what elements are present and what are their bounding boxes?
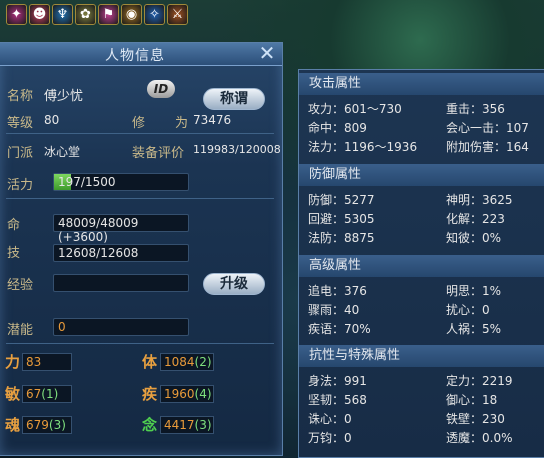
special-stat: 透魔：0.0% <box>446 431 513 445</box>
divider <box>6 133 274 134</box>
special-stat: 定力：2219 <box>446 374 513 388</box>
buff-icon-7[interactable]: ✧ <box>144 4 165 25</box>
defense-stat: 知彼：0% <box>446 231 502 245</box>
equip-score-value: 119983/120008 <box>193 143 281 156</box>
divider <box>6 198 274 199</box>
exp-label: 经验 <box>7 278 34 293</box>
buff-icon-8[interactable]: ⚔ <box>167 4 188 25</box>
advanced-stat: 扰心：0 <box>446 303 490 317</box>
skill-value: 12608/12608 <box>58 246 139 260</box>
defense-stat: 回避：5305 <box>308 212 375 226</box>
agility-label: 敏 <box>5 385 21 403</box>
mind-label: 念 <box>142 416 158 434</box>
potential-value: 0 <box>58 320 66 334</box>
hp-field: 48009/48009 (+3600) <box>53 214 189 244</box>
hp-value: 48009/48009 (+3600) <box>58 216 139 244</box>
potential-label: 潜能 <box>7 323 34 338</box>
buff-bar: ✦ ☻ ♆ ✿ ⚑ ◉ ✧ ⚔ <box>6 2 188 30</box>
cultivation-label-1: 修 <box>132 116 146 131</box>
exp-bar <box>53 274 189 292</box>
advanced-section-title: 高级属性 <box>299 255 544 277</box>
level-label: 等级 <box>7 116 34 131</box>
buff-icon-1[interactable]: ✦ <box>6 4 27 25</box>
defense-stat: 神明：3625 <box>446 193 513 207</box>
cultivation-label-2: 为 <box>175 116 189 131</box>
panel-title: 人物信息 <box>105 48 165 64</box>
name-label: 名称 <box>7 89 34 104</box>
sect-label: 门派 <box>7 146 34 161</box>
vitality-bar: 197/1500 <box>53 173 189 191</box>
strength-value: 83 <box>22 353 72 371</box>
defense-section-title: 防御属性 <box>299 164 544 186</box>
buff-icon-4[interactable]: ✿ <box>75 4 96 25</box>
defense-stat: 法防：8875 <box>308 231 375 245</box>
special-stat: 万钧：0 <box>308 431 352 445</box>
advanced-stat: 疾语：70% <box>308 322 371 336</box>
buff-icon-5[interactable]: ⚑ <box>98 4 119 25</box>
levelup-button[interactable]: 升级 <box>203 273 265 295</box>
panel-titlebar[interactable]: 人物信息 ✕ <box>0 43 282 66</box>
speed-value: 1960(4) <box>160 385 214 403</box>
attack-section-title: 攻击属性 <box>299 73 544 95</box>
special-stat: 御心：18 <box>446 393 498 407</box>
attack-stat: 会心一击：107 <box>446 121 529 135</box>
attributes-panel: 攻击属性 攻力：601～730 重击：356 命中：809 会心一击：107 法力：11… <box>298 69 544 458</box>
hp-label: 命 <box>7 218 21 233</box>
character-name: 傅少忧 <box>44 89 84 104</box>
buff-icon-6[interactable]: ◉ <box>121 4 142 25</box>
constitution-value: 1084(2) <box>160 353 214 371</box>
soul-label: 魂 <box>5 416 21 434</box>
attack-stat: 重击：356 <box>446 102 505 116</box>
advanced-stat: 明思：1% <box>446 284 502 298</box>
title-button[interactable]: 称谓 <box>203 88 265 110</box>
soul-value: 679(3) <box>22 416 72 434</box>
agility-value: 67(1) <box>22 385 72 403</box>
defense-stat: 防御：5277 <box>308 193 375 207</box>
equip-score-label: 装备评价 <box>132 146 185 161</box>
special-stat: 坚韧：568 <box>308 393 367 407</box>
id-button[interactable]: ID <box>147 80 175 98</box>
character-info-panel: 人物信息 ✕ 名称 傅少忧 ID 称谓 等级 80 修 为 73476 门派 冰… <box>0 42 283 456</box>
attack-stat: 法力：1196～1936 <box>308 140 418 154</box>
vitality-value: 197/1500 <box>58 175 116 189</box>
defense-stat: 化解：223 <box>446 212 505 226</box>
attack-stat: 附加伤害：164 <box>446 140 529 154</box>
cultivation-value: 73476 <box>193 113 232 127</box>
special-stat: 诛心：0 <box>308 412 352 426</box>
level-value: 80 <box>44 113 60 127</box>
speed-label: 疾 <box>142 385 158 403</box>
buff-icon-2[interactable]: ☻ <box>29 4 50 25</box>
divider <box>6 343 274 344</box>
attack-stat: 攻力：601～730 <box>308 102 402 116</box>
special-stat: 铁壁：230 <box>446 412 505 426</box>
skill-field: 12608/12608 <box>53 244 189 262</box>
close-icon[interactable]: ✕ <box>258 43 276 63</box>
potential-field: 0 <box>53 318 189 336</box>
attack-stat: 命中：809 <box>308 121 367 135</box>
sect-value: 冰心堂 <box>44 145 81 159</box>
buff-icon-3[interactable]: ♆ <box>52 4 73 25</box>
special-stat: 身法：991 <box>308 374 367 388</box>
mind-value: 4417(3) <box>160 416 214 434</box>
skill-label: 技 <box>7 246 21 261</box>
special-section-title: 抗性与特殊属性 <box>299 345 544 367</box>
advanced-stat: 追电：376 <box>308 284 367 298</box>
vitality-label: 活力 <box>7 178 34 193</box>
strength-label: 力 <box>5 353 21 371</box>
advanced-stat: 骤雨：40 <box>308 303 360 317</box>
advanced-stat: 人祸：5% <box>446 322 502 336</box>
constitution-label: 体 <box>142 353 158 371</box>
